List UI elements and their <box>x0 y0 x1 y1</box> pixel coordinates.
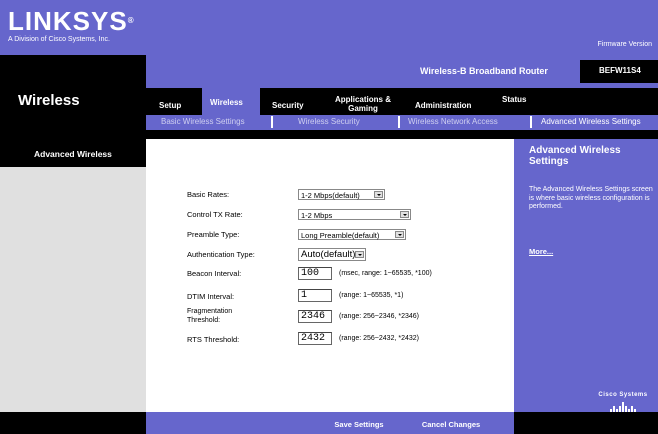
tab-wireless[interactable]: Wireless <box>210 98 243 107</box>
fragmentation-threshold-hint: (range: 256~2346, *2346) <box>339 313 419 320</box>
basic-rates-select[interactable]: 1-2 Mbps(default) <box>298 189 385 200</box>
subtab-wireless-security[interactable]: Wireless Security <box>298 117 360 126</box>
preamble-type-label: Preamble Type: <box>187 230 240 239</box>
help-text: The Advanced Wireless Settings screen is… <box>529 186 653 210</box>
beacon-interval-input[interactable]: 100 <box>298 267 332 280</box>
dtim-interval-label: DTIM Interval: <box>187 292 235 301</box>
router-admin-page: LINKSYS® A Division of Cisco Systems, In… <box>0 0 658 434</box>
control-tx-rate-label: Control TX Rate: <box>187 210 243 219</box>
basic-rates-label: Basic Rates: <box>187 190 230 199</box>
subtab-separator <box>530 116 532 128</box>
chevron-down-icon <box>355 251 364 258</box>
chevron-down-icon <box>395 231 404 238</box>
spacer-row <box>0 130 658 139</box>
tab-security[interactable]: Security <box>272 101 304 110</box>
left-section-title: Advanced Wireless <box>34 149 112 159</box>
control-tx-rate-select[interactable]: 1-2 Mbps <box>298 209 411 220</box>
fragmentation-threshold-label: Fragmentation Threshold: <box>187 308 233 324</box>
chevron-down-icon <box>374 191 383 198</box>
tab-applications-gaming[interactable]: Applications & Gaming <box>327 95 399 113</box>
rts-threshold-hint: (range: 256~2432, *2432) <box>339 335 419 342</box>
model-number: BEFW11S4 <box>599 66 641 75</box>
preamble-type-value: Long Preamble(default) <box>301 231 380 240</box>
dtim-interval-input[interactable]: 1 <box>298 289 332 302</box>
tab-status[interactable]: Status <box>502 95 526 104</box>
beacon-interval-hint: (msec, range: 1~65535, *100) <box>339 270 432 277</box>
cisco-systems-wordmark: Cisco Systems <box>598 392 648 398</box>
subtab-separator <box>271 116 273 128</box>
beacon-interval-label: Beacon Interval: <box>187 269 242 278</box>
help-more-link[interactable]: More... <box>529 247 553 256</box>
subtab-wireless-network-access[interactable]: Wireless Network Access <box>408 117 498 126</box>
logo-subtitle: A Division of Cisco Systems, Inc. <box>8 36 110 43</box>
firmware-version-label: Firmware Version <box>597 41 652 48</box>
left-sidebar <box>0 167 146 412</box>
control-tx-rate-value: 1-2 Mbps <box>301 211 333 220</box>
subtab-basic-wireless-settings[interactable]: Basic Wireless Settings <box>161 117 245 126</box>
tab-administration[interactable]: Administration <box>415 101 471 110</box>
left-footer <box>0 412 146 434</box>
authentication-type-label: Authentication Type: <box>187 250 255 259</box>
dtim-interval-hint: (range: 1~65535, *1) <box>339 292 404 299</box>
linksys-logo: LINKSYS® A Division of Cisco Systems, In… <box>8 8 135 44</box>
rts-threshold-label: RTS Threshold: <box>187 335 240 344</box>
top-header: LINKSYS® A Division of Cisco Systems, In… <box>0 0 658 55</box>
fragmentation-threshold-input[interactable]: 2346 <box>298 310 332 323</box>
help-panel <box>514 139 658 412</box>
cancel-changes-button[interactable]: Cancel Changes <box>412 418 490 432</box>
subtab-separator <box>398 116 400 128</box>
section-title: Wireless <box>18 92 80 109</box>
logo-registered-mark: ® <box>127 16 135 25</box>
cisco-bars-icon <box>597 402 649 412</box>
preamble-type-select[interactable]: Long Preamble(default) <box>298 229 406 240</box>
subtab-advanced-wireless-settings[interactable]: Advanced Wireless Settings <box>541 117 641 126</box>
chevron-down-icon <box>400 211 409 218</box>
tab-setup[interactable]: Setup <box>159 101 181 110</box>
help-title: Advanced Wireless Settings <box>529 145 621 167</box>
basic-rates-value: 1-2 Mbps(default) <box>301 191 360 200</box>
save-settings-button[interactable]: Save Settings <box>314 418 404 432</box>
action-bar-right <box>514 412 658 434</box>
product-name: Wireless-B Broadband Router <box>420 66 548 76</box>
authentication-type-select[interactable]: Auto(default) <box>298 248 366 261</box>
logo-text: LINKSYS <box>8 6 128 36</box>
rts-threshold-input[interactable]: 2432 <box>298 332 332 345</box>
authentication-type-value: Auto(default) <box>301 249 356 260</box>
